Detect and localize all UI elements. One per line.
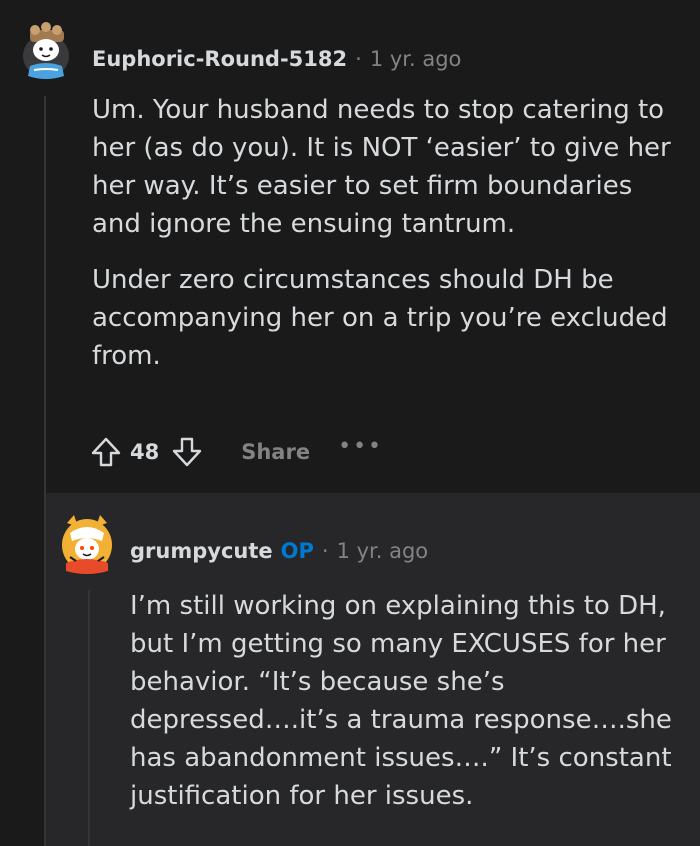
downvote-icon[interactable]: [169, 434, 205, 470]
comment-thread: Euphoric-Round-5182 · 1 yr. ago Um. Your…: [0, 0, 700, 846]
comment-actions: 48 Share •••: [88, 430, 383, 474]
reply-paragraph: I’m still working on explaining this to …: [130, 591, 672, 811]
vote-score: 48: [130, 440, 160, 464]
meta-separator: ·: [321, 539, 329, 563]
reply-meta: grumpycute OP · 1 yr. ago: [130, 536, 428, 566]
timestamp[interactable]: 1 yr. ago: [370, 47, 462, 71]
op-badge: OP: [280, 539, 314, 563]
username-link[interactable]: Euphoric-Round-5182: [92, 47, 347, 71]
reply-user-avatar[interactable]: [58, 507, 116, 579]
share-button[interactable]: Share: [241, 440, 310, 464]
meta-separator: ·: [355, 47, 362, 71]
comment-paragraph: Under zero circumstances should DH be ac…: [92, 265, 668, 371]
comment-meta: Euphoric-Round-5182 · 1 yr. ago: [92, 44, 461, 74]
upvote-icon[interactable]: [88, 434, 124, 470]
comment-paragraph: Um. Your husband needs to stop catering …: [92, 95, 671, 239]
reply-thread-collapse-line[interactable]: [88, 590, 90, 846]
user-avatar[interactable]: [20, 16, 72, 88]
comment-body: Um. Your husband needs to stop catering …: [92, 91, 682, 393]
reply-body: I’m still working on explaining this to …: [130, 587, 690, 815]
reply-timestamp[interactable]: 1 yr. ago: [337, 539, 429, 563]
more-options-button[interactable]: •••: [338, 434, 383, 459]
reply-username-link[interactable]: grumpycute: [130, 539, 273, 563]
